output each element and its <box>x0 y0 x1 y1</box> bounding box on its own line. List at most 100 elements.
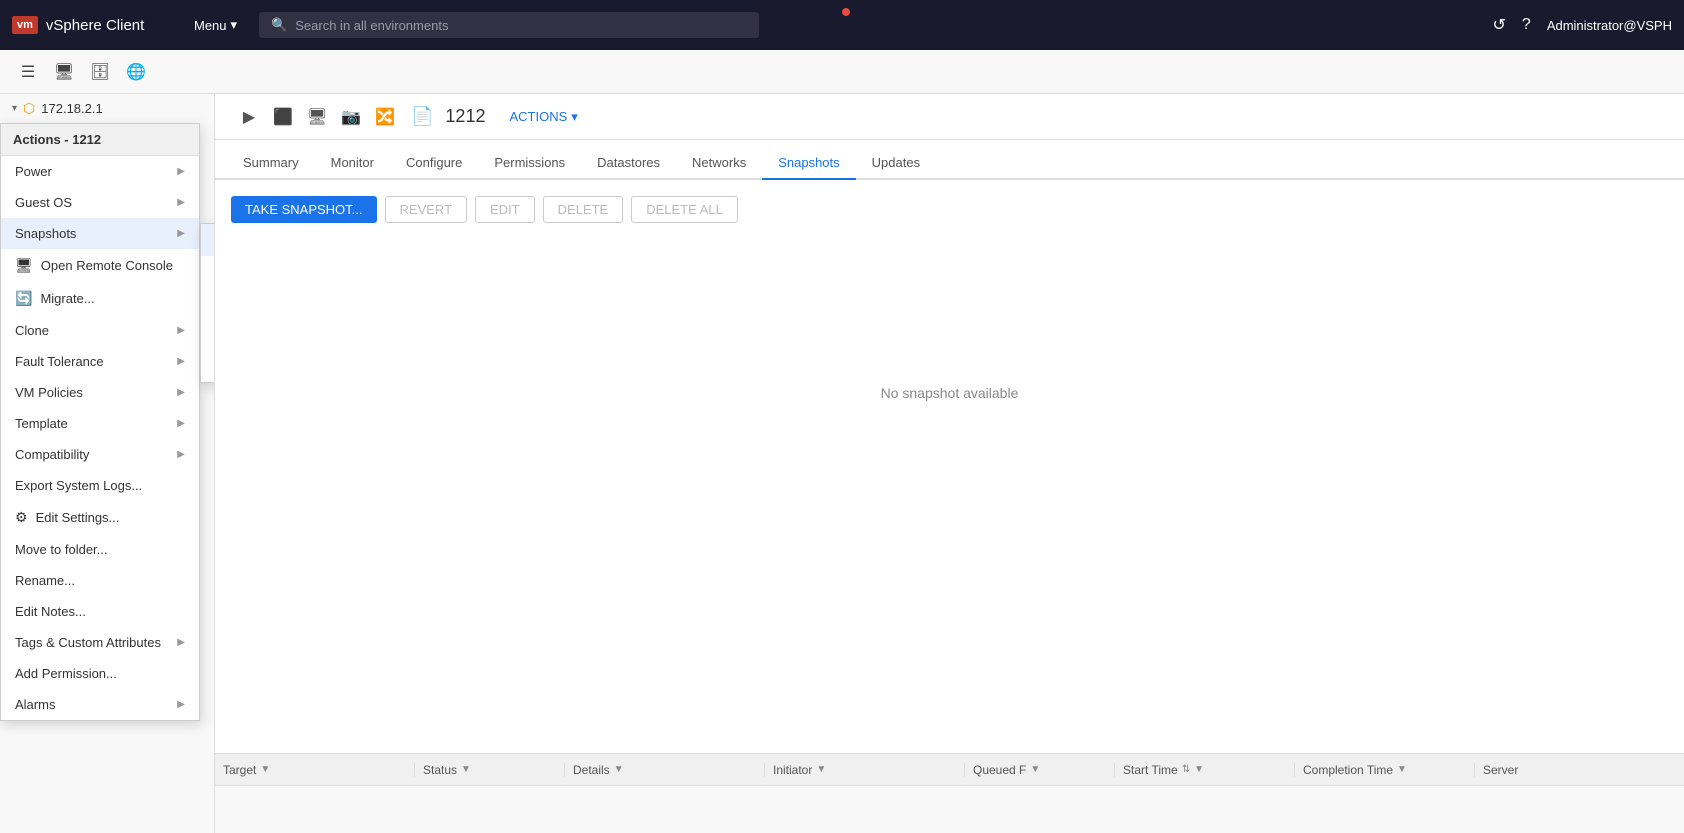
menu-item-edit-notes[interactable]: Edit Notes... <box>1 596 199 627</box>
th-start-time[interactable]: Start Time ⇅ ▼ <box>1115 763 1295 777</box>
th-server[interactable]: Server <box>1475 763 1684 777</box>
menu-item-migrate-label: Migrate... <box>40 291 94 306</box>
vm-icon: 📄 <box>411 106 433 127</box>
th-status[interactable]: Status ▼ <box>415 763 565 777</box>
sidebar-host[interactable]: ▾ ⬡ 172.18.2.1 <box>0 94 214 123</box>
tab-permissions[interactable]: Permissions <box>478 147 581 180</box>
menu-item-template[interactable]: Template ▶ <box>1 408 199 439</box>
menu-item-clone-label: Clone <box>15 323 49 338</box>
chevron-right-icon-6: ▶ <box>177 387 185 398</box>
migrate-icon: 🔄 <box>15 290 32 307</box>
bottom-table: Target ▼ Status ▼ Details ▼ Initiator ▼ … <box>215 753 1684 833</box>
menu-item-power[interactable]: Power ▶ <box>1 156 199 187</box>
menu-item-guestos[interactable]: Guest OS ▶ <box>1 187 199 218</box>
menu-item-compatibility[interactable]: Compatibility ▶ <box>1 439 199 470</box>
migrate-toolbar-icon[interactable]: 🔀 <box>371 103 399 131</box>
vm-icon[interactable]: 🖥 <box>48 56 80 88</box>
tab-updates[interactable]: Updates <box>856 147 936 180</box>
th-details[interactable]: Details ▼ <box>565 763 765 777</box>
host-icon: ⬡ <box>23 100 35 117</box>
take-snapshot-button[interactable]: TAKE SNAPSHOT... <box>231 196 377 223</box>
logo-box: vm <box>12 16 38 34</box>
th-server-label: Server <box>1483 763 1518 777</box>
menu-item-tags-custom-attrs[interactable]: Tags & Custom Attributes ▶ <box>1 627 199 658</box>
menu-item-vm-policies[interactable]: VM Policies ▶ <box>1 377 199 408</box>
vm-name: 1212 <box>445 106 485 127</box>
menu-item-edit-settings-label: Edit Settings... <box>36 510 120 525</box>
delete-all-button: DELETE ALL <box>631 196 738 223</box>
th-initiator-filter-icon: ▼ <box>816 764 826 775</box>
network-icon[interactable]: 🌐 <box>120 56 152 88</box>
th-start-filter-icon: ▼ <box>1194 764 1204 775</box>
help-icon[interactable]: ? <box>1522 16 1531 34</box>
menu-item-move-folder[interactable]: Move to folder... <box>1 534 199 565</box>
sidebar: ▾ ⬡ 172.18.2.1 Actions - 1212 Power ▶ Gu… <box>0 94 215 833</box>
menu-item-edit-settings[interactable]: ⚙ Edit Settings... <box>1 501 199 534</box>
vm-toolbar: ▶ ⬛ 🖥 📷 🔀 <box>235 103 399 131</box>
chevron-right-icon-3: ▶ <box>177 228 185 239</box>
menu-item-rename[interactable]: Rename... <box>1 565 199 596</box>
table-header: Target ▼ Status ▼ Details ▼ Initiator ▼ … <box>215 754 1684 786</box>
snapshot-toolbar-icon[interactable]: 📷 <box>337 103 365 131</box>
chevron-down-icon: ▾ <box>12 103 17 114</box>
menu-item-export-logs[interactable]: Export System Logs... <box>1 470 199 501</box>
chevron-right-icon: ▶ <box>177 166 185 177</box>
search-bar[interactable]: 🔍 <box>259 12 759 38</box>
th-status-filter-icon: ▼ <box>461 764 471 775</box>
menu-item-move-folder-label: Move to folder... <box>15 542 108 557</box>
th-queued-label: Queued F <box>973 763 1026 777</box>
submenu-consolidate: Consolidate <box>201 320 215 351</box>
no-snapshot-message: No snapshot available <box>231 243 1668 543</box>
menu-item-add-permission-label: Add Permission... <box>15 666 117 681</box>
vm-header: ▶ ⬛ 🖥 📷 🔀 📄 1212 ACTIONS ▾ <box>215 94 1684 140</box>
tab-datastores[interactable]: Datastores <box>581 147 676 180</box>
submenu-delete-all[interactable]: Delete All Snapshots <box>201 351 215 382</box>
search-icon: 🔍 <box>271 17 287 33</box>
th-initiator[interactable]: Initiator ▼ <box>765 763 965 777</box>
tab-configure[interactable]: Configure <box>390 147 478 180</box>
vm-actions-button[interactable]: ACTIONS ▾ <box>509 109 577 125</box>
menu-item-fault-tolerance[interactable]: Fault Tolerance ▶ <box>1 346 199 377</box>
th-completion-time[interactable]: Completion Time ▼ <box>1295 763 1475 777</box>
submenu-take-snapshot[interactable]: 📷 Take Snapshot... <box>201 224 215 256</box>
delete-button: DELETE <box>543 196 624 223</box>
sidebar-toggle-icon[interactable]: ☰ <box>12 56 44 88</box>
menu-item-fault-tolerance-label: Fault Tolerance <box>15 354 104 369</box>
app-title: vSphere Client <box>46 17 144 34</box>
tab-snapshots[interactable]: Snapshots <box>762 147 855 180</box>
refresh-icon[interactable]: ↺ <box>1493 15 1506 35</box>
submenu-manage-snapshots[interactable]: 📋 Manage Snapshots <box>201 256 215 288</box>
th-target[interactable]: Target ▼ <box>215 763 415 777</box>
datastore-icon[interactable]: 🗄 <box>84 56 116 88</box>
snapshot-toolbar: TAKE SNAPSHOT... REVERT EDIT DELETE DELE… <box>231 196 1668 223</box>
th-initiator-label: Initiator <box>773 763 812 777</box>
th-queued[interactable]: Queued F ▼ <box>965 763 1115 777</box>
tab-networks[interactable]: Networks <box>676 147 762 180</box>
menu-item-add-permission[interactable]: Add Permission... <box>1 658 199 689</box>
console-open-icon[interactable]: 🖥 <box>303 103 331 131</box>
tabs-row: Summary Monitor Configure Permissions Da… <box>215 140 1684 180</box>
menu-button[interactable]: Menu ▾ <box>184 13 247 37</box>
tab-summary[interactable]: Summary <box>227 147 315 180</box>
menu-item-alarms-label: Alarms <box>15 697 55 712</box>
menu-item-remote-console[interactable]: 🖥 Open Remote Console <box>1 249 199 282</box>
sidebar-host-label: 172.18.2.1 <box>41 101 102 116</box>
chevron-right-icon-4: ▶ <box>177 325 185 336</box>
menu-item-clone[interactable]: Clone ▶ <box>1 315 199 346</box>
snapshots-submenu: 📷 Take Snapshot... 📋 Manage Snapshots ↩ … <box>200 223 215 383</box>
th-queued-filter-icon: ▼ <box>1030 764 1040 775</box>
stop-icon[interactable]: ⬛ <box>269 103 297 131</box>
chevron-right-icon-5: ▶ <box>177 356 185 367</box>
menu-item-export-logs-label: Export System Logs... <box>15 478 142 493</box>
chevron-right-icon-8: ▶ <box>177 449 185 460</box>
th-start-time-label: Start Time <box>1123 763 1178 777</box>
menu-item-alarms[interactable]: Alarms ▶ <box>1 689 199 720</box>
remote-console-icon: 🖥 <box>15 257 33 274</box>
submenu-revert-latest: ↩ Revert to Latest Snapshot <box>201 288 215 320</box>
menu-item-migrate[interactable]: 🔄 Migrate... <box>1 282 199 315</box>
menu-item-snapshots[interactable]: Snapshots ▶ <box>1 218 199 249</box>
edit-button: EDIT <box>475 196 535 223</box>
search-input[interactable] <box>295 18 747 33</box>
play-icon[interactable]: ▶ <box>235 103 263 131</box>
tab-monitor[interactable]: Monitor <box>315 147 390 180</box>
